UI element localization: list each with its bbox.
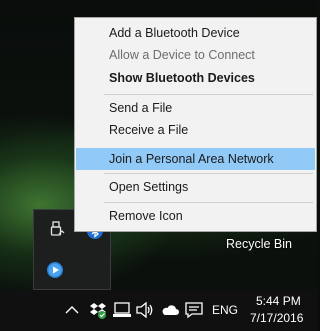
usb-eject-icon[interactable] bbox=[48, 220, 66, 238]
menu-item-open-settings[interactable]: Open Settings bbox=[76, 176, 315, 198]
recycle-bin-label[interactable]: Recycle Bin bbox=[226, 237, 292, 251]
menu-separator bbox=[104, 173, 313, 174]
clock-date[interactable]: 7/17/2016 bbox=[250, 311, 303, 325]
menu-item-allow-device-to-connect: Allow a Device to Connect bbox=[109, 48, 255, 62]
menu-item-send-file[interactable]: Send a File bbox=[76, 97, 315, 119]
menu-item-join-personal-area-network[interactable]: Join a Personal Area Network bbox=[76, 148, 315, 170]
dropbox-icon[interactable] bbox=[88, 300, 108, 320]
clock-time[interactable]: 5:44 PM bbox=[256, 294, 301, 308]
menu-item-show-bluetooth-devices[interactable]: Show Bluetooth Devices bbox=[76, 67, 315, 89]
taskbar: ENG 5:44 PM 7/17/2016 bbox=[0, 290, 317, 331]
menu-separator bbox=[104, 94, 313, 95]
volume-icon[interactable] bbox=[135, 300, 155, 320]
menu-item-receive-file[interactable]: Receive a File bbox=[76, 119, 315, 141]
menu-separator bbox=[104, 202, 313, 203]
media-player-icon[interactable] bbox=[46, 261, 64, 279]
onedrive-icon[interactable] bbox=[160, 300, 180, 320]
menu-item-add-bluetooth-device[interactable]: Add a Bluetooth Device bbox=[76, 22, 315, 44]
bluetooth-context-menu: Add a Bluetooth Device Allow a Device to… bbox=[74, 17, 317, 232]
network-icon[interactable] bbox=[112, 300, 132, 320]
menu-item-remove-icon[interactable]: Remove Icon bbox=[76, 205, 315, 227]
chevron-up-icon[interactable] bbox=[62, 300, 82, 320]
language-indicator[interactable]: ENG bbox=[212, 303, 238, 317]
action-center-icon[interactable] bbox=[184, 300, 204, 320]
